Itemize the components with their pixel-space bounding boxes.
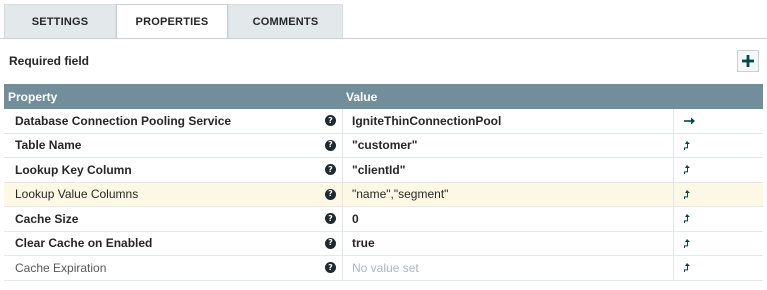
tab-settings[interactable]: SETTINGS [4, 4, 116, 38]
expression-language-button[interactable] [674, 214, 763, 224]
help-icon[interactable]: ? [325, 188, 336, 200]
properties-table: Property Value Database Connection Pooli… [4, 84, 763, 281]
tab-comments[interactable]: COMMENTS [228, 4, 343, 38]
expression-language-icon [684, 165, 690, 175]
expression-language-button[interactable] [674, 238, 763, 248]
tab-properties[interactable]: PROPERTIES [116, 4, 228, 39]
help-icon[interactable]: ? [325, 115, 336, 127]
expression-language-button[interactable] [674, 165, 763, 175]
tab-divider [0, 38, 767, 39]
arrow-right-icon [684, 117, 695, 125]
property-name: Lookup Key Column [15, 162, 132, 177]
table-header: Property Value [4, 84, 763, 109]
column-header-value[interactable]: Value [342, 90, 763, 104]
property-value[interactable]: true [342, 231, 674, 255]
property-name: Database Connection Pooling Service [15, 113, 232, 128]
property-name: Cache Expiration [15, 260, 107, 275]
expression-language-icon [684, 214, 690, 224]
property-value[interactable]: "customer" [342, 133, 674, 157]
table-row: Cache Size ? 0 [4, 207, 763, 232]
expression-language-button[interactable] [674, 140, 763, 150]
table-row: Table Name ? "customer" [4, 133, 763, 158]
table-row: Clear Cache on Enabled ? true [4, 231, 763, 256]
help-icon[interactable]: ? [325, 213, 336, 225]
table-row: Lookup Key Column ? "clientId" [4, 158, 763, 183]
property-value[interactable]: "clientId" [342, 158, 674, 182]
plus-icon [742, 55, 754, 67]
help-icon[interactable]: ? [325, 164, 336, 176]
column-header-property[interactable]: Property [4, 90, 342, 104]
help-icon[interactable]: ? [325, 262, 336, 274]
help-icon[interactable]: ? [325, 139, 336, 151]
property-value[interactable]: IgniteThinConnectionPool [342, 109, 674, 133]
table-row: Cache Expiration ? No value set [4, 256, 763, 281]
expression-language-icon [684, 263, 690, 273]
property-value[interactable]: "name","segment" [342, 182, 674, 206]
property-name: Clear Cache on Enabled [15, 236, 153, 251]
required-field-label: Required field [9, 54, 90, 68]
go-to-service-button[interactable] [674, 117, 763, 125]
property-value[interactable]: 0 [342, 207, 674, 231]
property-name: Lookup Value Columns [15, 187, 139, 202]
tab-bar: SETTINGS PROPERTIES COMMENTS [4, 4, 343, 39]
expression-language-icon [684, 189, 690, 199]
expression-language-button[interactable] [674, 189, 763, 199]
property-name: Table Name [15, 138, 82, 153]
add-property-button[interactable] [737, 50, 759, 72]
property-name: Cache Size [15, 211, 79, 226]
table-row: Database Connection Pooling Service ? Ig… [4, 109, 763, 134]
expression-language-icon [684, 140, 690, 150]
help-icon[interactable]: ? [325, 237, 336, 249]
property-value[interactable]: No value set [342, 256, 674, 280]
expression-language-button[interactable] [674, 263, 763, 273]
expression-language-icon [684, 238, 690, 248]
table-row: Lookup Value Columns ? "name","segment" [4, 182, 763, 207]
